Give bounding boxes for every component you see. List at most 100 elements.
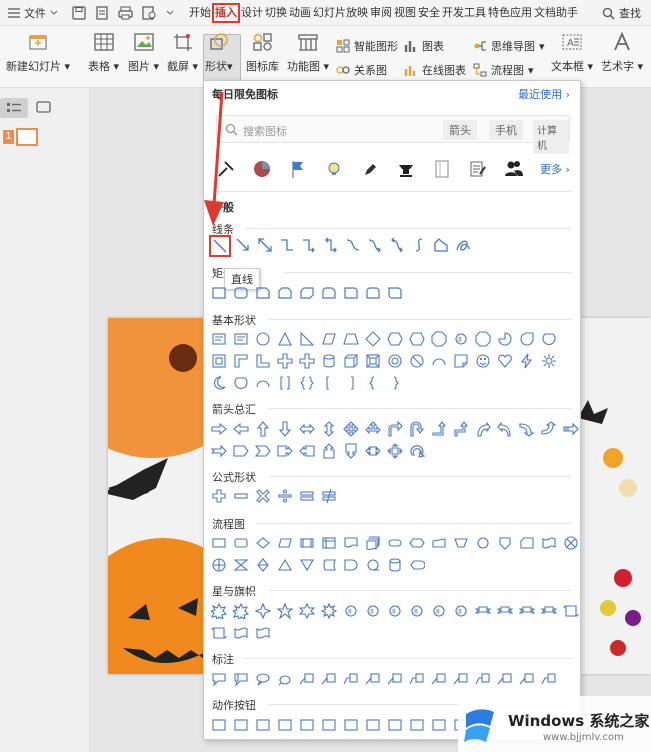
pie-chart-icon[interactable]	[252, 159, 272, 179]
lcall3-shape[interactable]	[341, 669, 361, 689]
fconn-shape[interactable]	[473, 533, 493, 553]
print-preview-icon[interactable]	[142, 5, 157, 20]
plus-shape[interactable]	[275, 351, 295, 371]
act-shape[interactable]	[275, 715, 295, 735]
star4-shape[interactable]	[253, 601, 273, 621]
rbrack-shape[interactable]	[341, 373, 361, 393]
callout2-shape[interactable]	[231, 669, 251, 689]
chev-shape[interactable]	[253, 441, 273, 461]
feq-shape[interactable]	[297, 486, 317, 506]
callout3-shape[interactable]	[253, 669, 273, 689]
slide-thumbnail[interactable]	[16, 128, 38, 146]
flag-icon[interactable]	[288, 159, 308, 179]
tab-transition[interactable]: 切换	[264, 0, 288, 26]
round-two-corner-shape[interactable]	[363, 283, 383, 303]
circA-shape[interactable]	[407, 441, 427, 461]
fcard-shape[interactable]	[517, 533, 537, 553]
fdec-shape[interactable]	[253, 533, 273, 553]
fsort-shape[interactable]	[253, 555, 273, 575]
star5-shape[interactable]	[275, 601, 295, 621]
lup-shape[interactable]	[429, 419, 449, 439]
snip-diagonal-shape[interactable]	[297, 283, 317, 303]
moon-shape[interactable]	[209, 373, 229, 393]
callD-shape[interactable]	[341, 441, 361, 461]
hex-shape[interactable]	[385, 329, 405, 349]
tab-view[interactable]: 视图	[393, 0, 417, 26]
notepad-edit-icon[interactable]	[468, 159, 488, 179]
sun-shape[interactable]	[539, 351, 559, 371]
icon-library-button[interactable]: 图标库	[246, 32, 279, 74]
elbow-connector-shape[interactable]	[277, 235, 297, 255]
straight-line-shape[interactable]	[209, 235, 231, 257]
recent-used-link[interactable]: 最近使用 ›	[518, 86, 570, 102]
users-icon[interactable]	[504, 159, 524, 179]
tab-features[interactable]: 特色应用	[487, 0, 533, 26]
ring-shape[interactable]	[385, 351, 405, 371]
lcall2-shape[interactable]	[517, 669, 537, 689]
corner-shape[interactable]	[253, 351, 273, 371]
ribbon-shape[interactable]	[495, 601, 515, 621]
notch-shape[interactable]	[209, 441, 229, 461]
tab-doc-assistant[interactable]: 文档助手	[533, 0, 579, 26]
foff-shape[interactable]	[495, 533, 515, 553]
strR-shape[interactable]	[561, 419, 581, 439]
pie-shape[interactable]	[495, 329, 515, 349]
double-arrow-line-shape[interactable]	[255, 235, 275, 255]
arrUD-shape[interactable]	[319, 419, 339, 439]
lcall-shape[interactable]	[429, 669, 449, 689]
fprep-shape[interactable]	[407, 533, 427, 553]
screenshot-button[interactable]: 截屏 ▾	[167, 32, 198, 74]
tab-insert[interactable]: 插入	[212, 2, 240, 23]
curR-shape[interactable]	[473, 419, 493, 439]
arrLR-shape[interactable]	[297, 419, 317, 439]
flowchart-button[interactable]: 流程图 ▾	[473, 62, 534, 78]
tab-developer[interactable]: 开发工具	[441, 0, 487, 26]
tab-design[interactable]: 设计	[240, 0, 264, 26]
fdata-shape[interactable]	[275, 533, 295, 553]
nstar-shape[interactable]: 8	[451, 601, 471, 621]
explos-shape[interactable]	[209, 601, 229, 621]
tab-animation[interactable]: 动画	[288, 0, 312, 26]
smile-shape[interactable]	[473, 351, 493, 371]
nosymbol-shape[interactable]	[407, 351, 427, 371]
arr4-shape[interactable]	[341, 419, 361, 439]
dia-shape[interactable]	[363, 329, 383, 349]
circ-shape[interactable]	[253, 329, 273, 349]
callLR-shape[interactable]	[363, 441, 383, 461]
text-shape[interactable]	[209, 329, 229, 349]
lcall3-shape[interactable]	[473, 669, 493, 689]
tab-security[interactable]: 安全	[417, 0, 441, 26]
lcall-shape[interactable]	[363, 669, 383, 689]
elbow-double-arrow-shape[interactable]	[321, 235, 341, 255]
icon-search-box[interactable]: 搜索图标 箭头 手机 计算机	[216, 115, 570, 154]
snip-corner-rectangle-shape[interactable]	[253, 283, 273, 303]
explos-shape[interactable]	[231, 601, 251, 621]
round-diagonal-shape[interactable]	[385, 283, 405, 303]
act-shape[interactable]	[253, 715, 273, 735]
more-chevron-icon[interactable]	[166, 10, 174, 16]
function-chart-button[interactable]: 功能图 ▾	[287, 32, 329, 74]
lcall2-shape[interactable]	[451, 669, 471, 689]
rounded-rectangle-shape[interactable]	[231, 283, 251, 303]
tools-icon[interactable]	[216, 159, 236, 179]
fcoll-shape[interactable]	[231, 555, 251, 575]
shape-button[interactable]: 形状▾	[205, 32, 233, 74]
curD-shape[interactable]	[539, 419, 559, 439]
table-button[interactable]: 表格 ▾	[88, 32, 119, 74]
tab-review[interactable]: 审阅	[369, 0, 393, 26]
fint-shape[interactable]	[319, 533, 339, 553]
heart-shape[interactable]	[495, 351, 515, 371]
frame-shape[interactable]	[209, 351, 229, 371]
print-icon[interactable]	[118, 6, 133, 20]
mind-map-button[interactable]: 思维导图 ▾	[473, 38, 545, 54]
fminus-shape[interactable]	[231, 486, 251, 506]
rtri-shape[interactable]	[297, 329, 317, 349]
act-shape[interactable]	[363, 715, 383, 735]
scroll-shape[interactable]	[561, 601, 581, 621]
pentA-shape[interactable]	[231, 441, 251, 461]
callL-shape[interactable]	[297, 441, 317, 461]
ribbon-shape[interactable]	[473, 601, 493, 621]
search-command[interactable]: 查找	[602, 0, 641, 26]
fmerge-shape[interactable]	[297, 555, 317, 575]
lcall3-shape[interactable]	[539, 669, 559, 689]
